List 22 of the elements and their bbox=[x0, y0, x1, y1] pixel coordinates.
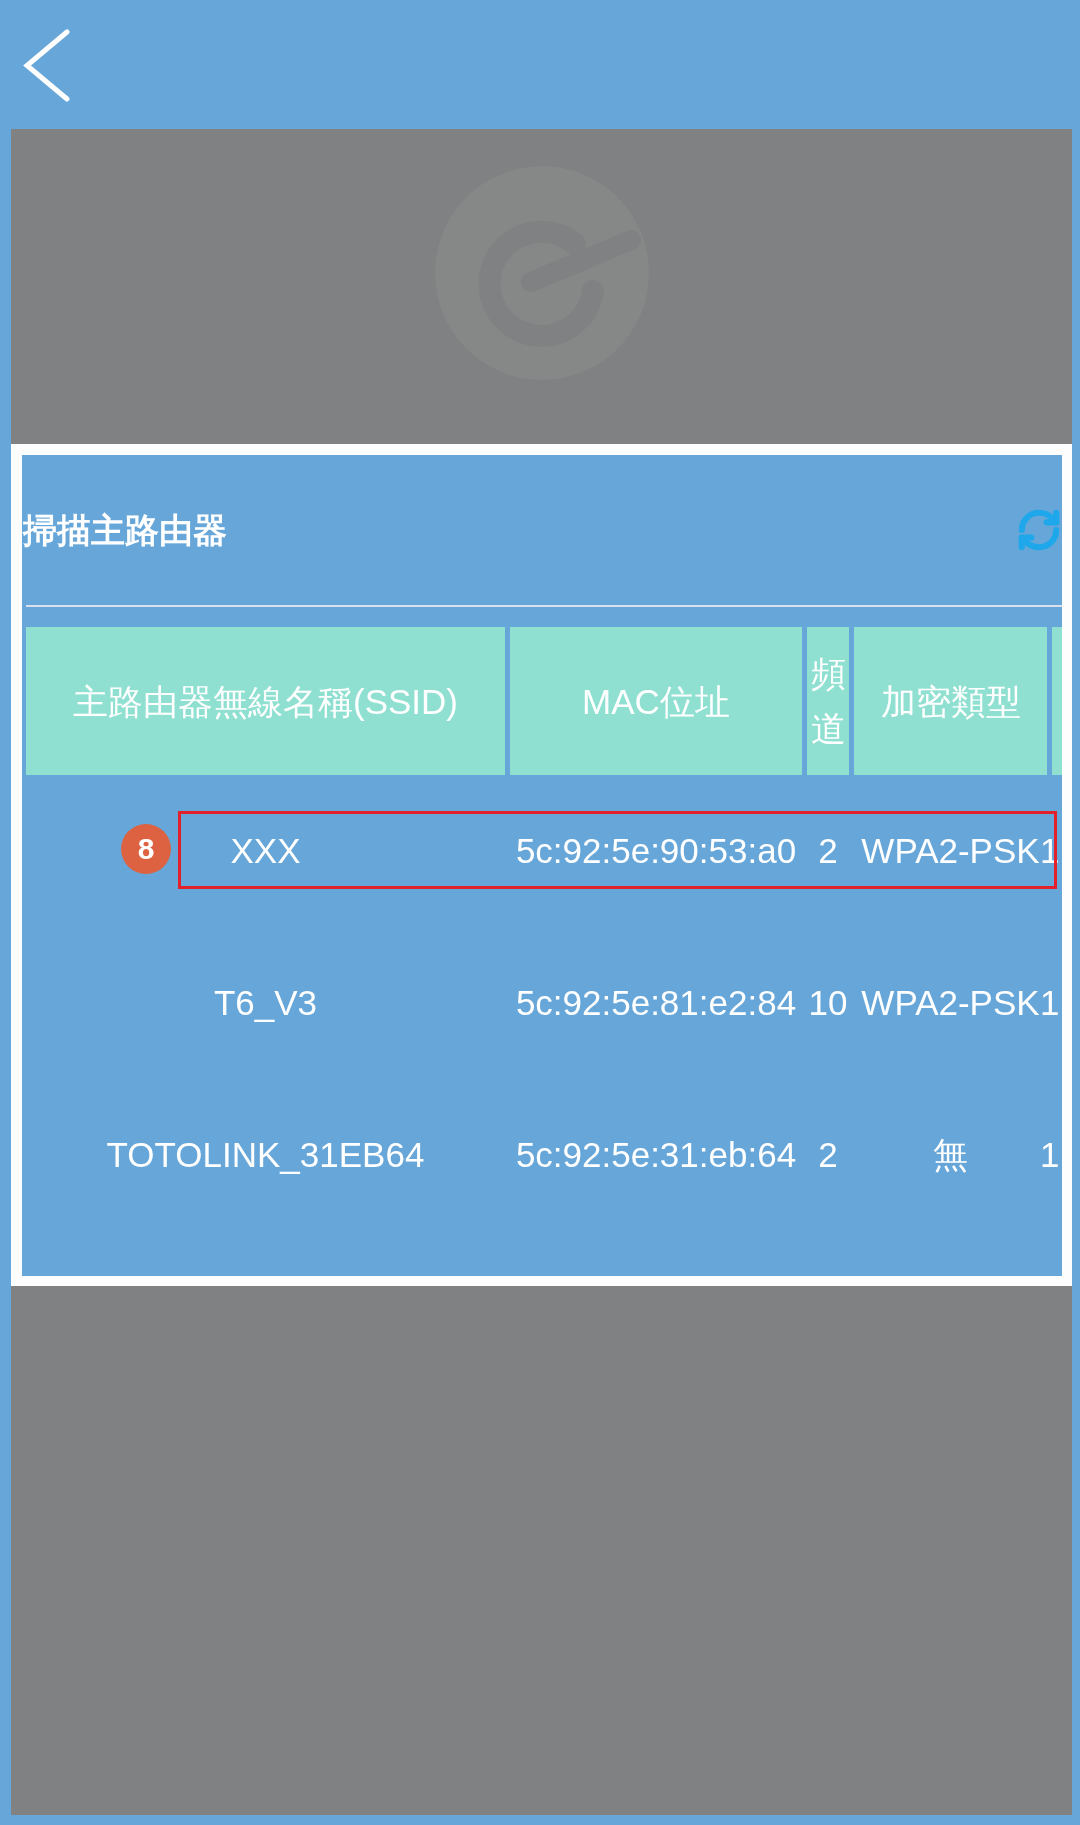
back-button[interactable] bbox=[20, 27, 72, 103]
table-cell: 2 bbox=[818, 1135, 838, 1175]
column-header: 主路由器無線名稱(SSID) bbox=[26, 627, 505, 775]
table-cell: 1 bbox=[1040, 983, 1060, 1023]
table-cell: 1 bbox=[1040, 1135, 1060, 1175]
column-header: MAC位址 bbox=[510, 627, 802, 775]
table-cell: WPA2-PSK bbox=[861, 983, 1040, 1023]
table-cell: 5c:92:5e:81:e2:84 bbox=[515, 983, 797, 1023]
column-header: 頻道 bbox=[807, 627, 849, 775]
table-cell: 5c:92:5e:31:eb:64 bbox=[515, 1135, 797, 1175]
table-cell: 無 bbox=[933, 1135, 968, 1175]
table-cell: T6_V3 bbox=[213, 983, 318, 1023]
chevron-left-icon bbox=[21, 28, 71, 102]
table-cell: 10 bbox=[808, 983, 848, 1023]
table-cell: 2 bbox=[818, 831, 838, 871]
dialog-title: 掃描主路由器 bbox=[23, 509, 227, 551]
table-cell: TOTOLINK_31EB64 bbox=[106, 1135, 425, 1175]
step-badge: 8 bbox=[121, 824, 171, 874]
table-cell: 5c:92:5e:90:53:a0 bbox=[515, 831, 797, 871]
table-cell: XXX bbox=[230, 831, 301, 871]
table-cell: WPA2-PSK bbox=[861, 831, 1040, 871]
column-header: 加密類型 bbox=[854, 627, 1047, 775]
